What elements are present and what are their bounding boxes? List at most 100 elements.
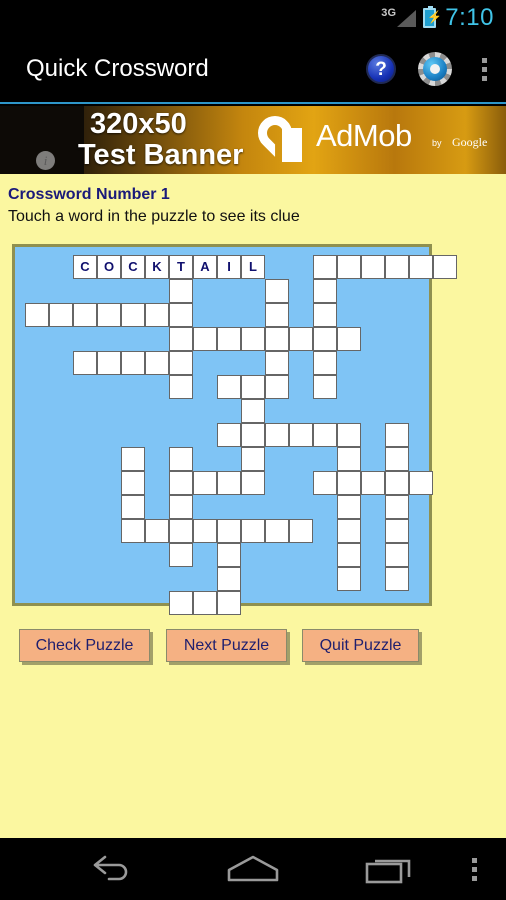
crossword-cell-r8-c15[interactable] bbox=[385, 447, 409, 471]
crossword-cell-r7-c12[interactable] bbox=[313, 423, 337, 447]
crossword-cell-r1-c12[interactable] bbox=[313, 279, 337, 303]
crossword-cell-r3-c8[interactable] bbox=[217, 327, 241, 351]
crossword-cell-r5-c6[interactable] bbox=[169, 375, 193, 399]
crossword-cell-r11-c11[interactable] bbox=[289, 519, 313, 543]
crossword-cell-r0-c14[interactable] bbox=[361, 255, 385, 279]
crossword-cell-r0-c4[interactable]: C bbox=[121, 255, 145, 279]
crossword-cell-r4-c10[interactable] bbox=[265, 351, 289, 375]
crossword-cell-r2-c12[interactable] bbox=[313, 303, 337, 327]
crossword-cell-r0-c3[interactable]: O bbox=[97, 255, 121, 279]
crossword-cell-r8-c13[interactable] bbox=[337, 447, 361, 471]
home-button[interactable] bbox=[203, 838, 303, 900]
crossword-cell-r11-c10[interactable] bbox=[265, 519, 289, 543]
crossword-cell-r3-c13[interactable] bbox=[337, 327, 361, 351]
crossword-cell-r5-c12[interactable] bbox=[313, 375, 337, 399]
crossword-cell-r9-c8[interactable] bbox=[217, 471, 241, 495]
crossword-cell-r13-c15[interactable] bbox=[385, 567, 409, 591]
crossword-cell-r13-c8[interactable] bbox=[217, 567, 241, 591]
crossword-cell-r12-c15[interactable] bbox=[385, 543, 409, 567]
crossword-cell-r7-c13[interactable] bbox=[337, 423, 361, 447]
crossword-cell-r9-c15[interactable] bbox=[385, 471, 409, 495]
check-puzzle-button[interactable]: Check Puzzle bbox=[19, 629, 150, 662]
crossword-cell-r2-c10[interactable] bbox=[265, 303, 289, 327]
crossword-cell-r0-c8[interactable]: I bbox=[217, 255, 241, 279]
ad-banner[interactable]: 320x50 Test Banner i AdMob by Google bbox=[0, 106, 506, 174]
crossword-cell-r9-c13[interactable] bbox=[337, 471, 361, 495]
crossword-cell-r3-c7[interactable] bbox=[193, 327, 217, 351]
crossword-cell-r8-c9[interactable] bbox=[241, 447, 265, 471]
crossword-cell-r7-c15[interactable] bbox=[385, 423, 409, 447]
crossword-cell-r8-c4[interactable] bbox=[121, 447, 145, 471]
crossword-cell-r3-c12[interactable] bbox=[313, 327, 337, 351]
crossword-cell-r11-c8[interactable] bbox=[217, 519, 241, 543]
crossword-cell-r12-c13[interactable] bbox=[337, 543, 361, 567]
crossword-cell-r2-c5[interactable] bbox=[145, 303, 169, 327]
crossword-cell-r10-c13[interactable] bbox=[337, 495, 361, 519]
crossword-cell-r1-c10[interactable] bbox=[265, 279, 289, 303]
crossword-cell-r4-c4[interactable] bbox=[121, 351, 145, 375]
crossword-cell-r11-c5[interactable] bbox=[145, 519, 169, 543]
crossword-cell-r1-c6[interactable] bbox=[169, 279, 193, 303]
crossword-cell-r9-c14[interactable] bbox=[361, 471, 385, 495]
crossword-cell-r9-c12[interactable] bbox=[313, 471, 337, 495]
crossword-cell-r0-c13[interactable] bbox=[337, 255, 361, 279]
crossword-cell-r7-c8[interactable] bbox=[217, 423, 241, 447]
crossword-cell-r7-c11[interactable] bbox=[289, 423, 313, 447]
crossword-cell-r2-c0[interactable] bbox=[25, 303, 49, 327]
crossword-cell-r5-c9[interactable] bbox=[241, 375, 265, 399]
crossword-cell-r7-c9[interactable] bbox=[241, 423, 265, 447]
nav-overflow-button[interactable] bbox=[452, 838, 496, 900]
crossword-cell-r0-c7[interactable]: A bbox=[193, 255, 217, 279]
crossword-cell-r11-c9[interactable] bbox=[241, 519, 265, 543]
crossword-cell-r14-c6[interactable] bbox=[169, 591, 193, 615]
crossword-cell-r0-c17[interactable] bbox=[433, 255, 457, 279]
crossword-cell-r0-c5[interactable]: K bbox=[145, 255, 169, 279]
crossword-grid[interactable]: COCKTAIL bbox=[12, 244, 457, 615]
help-button[interactable]: ? bbox=[354, 54, 408, 84]
crossword-cell-r3-c10[interactable] bbox=[265, 327, 289, 351]
crossword-cell-r12-c8[interactable] bbox=[217, 543, 241, 567]
crossword-cell-r2-c1[interactable] bbox=[49, 303, 73, 327]
crossword-cell-r8-c6[interactable] bbox=[169, 447, 193, 471]
crossword-cell-r6-c9[interactable] bbox=[241, 399, 265, 423]
crossword-cell-r3-c11[interactable] bbox=[289, 327, 313, 351]
crossword-cell-r0-c16[interactable] bbox=[409, 255, 433, 279]
crossword-cell-r4-c5[interactable] bbox=[145, 351, 169, 375]
crossword-cell-r9-c16[interactable] bbox=[409, 471, 433, 495]
crossword-cell-r4-c12[interactable] bbox=[313, 351, 337, 375]
next-puzzle-button[interactable]: Next Puzzle bbox=[166, 629, 287, 662]
crossword-cell-r0-c12[interactable] bbox=[313, 255, 337, 279]
crossword-cell-r12-c6[interactable] bbox=[169, 543, 193, 567]
crossword-cell-r2-c3[interactable] bbox=[97, 303, 121, 327]
crossword-cell-r14-c7[interactable] bbox=[193, 591, 217, 615]
crossword-cell-r3-c9[interactable] bbox=[241, 327, 265, 351]
crossword-cell-r10-c6[interactable] bbox=[169, 495, 193, 519]
ad-info-icon[interactable]: i bbox=[36, 151, 55, 170]
crossword-cell-r11-c15[interactable] bbox=[385, 519, 409, 543]
crossword-cell-r7-c10[interactable] bbox=[265, 423, 289, 447]
crossword-cell-r11-c13[interactable] bbox=[337, 519, 361, 543]
crossword-cell-r4-c3[interactable] bbox=[97, 351, 121, 375]
crossword-cell-r5-c8[interactable] bbox=[217, 375, 241, 399]
crossword-cell-r10-c15[interactable] bbox=[385, 495, 409, 519]
recents-button[interactable] bbox=[340, 838, 440, 900]
crossword-cell-r2-c6[interactable] bbox=[169, 303, 193, 327]
crossword-cell-r0-c15[interactable] bbox=[385, 255, 409, 279]
crossword-cell-r11-c7[interactable] bbox=[193, 519, 217, 543]
quit-puzzle-button[interactable]: Quit Puzzle bbox=[302, 629, 419, 662]
crossword-cell-r14-c8[interactable] bbox=[217, 591, 241, 615]
crossword-cell-r9-c6[interactable] bbox=[169, 471, 193, 495]
crossword-cell-r2-c4[interactable] bbox=[121, 303, 145, 327]
settings-button[interactable] bbox=[408, 52, 462, 86]
crossword-cell-r3-c6[interactable] bbox=[169, 327, 193, 351]
crossword-cell-r9-c7[interactable] bbox=[193, 471, 217, 495]
crossword-cell-r10-c4[interactable] bbox=[121, 495, 145, 519]
back-button[interactable] bbox=[62, 838, 162, 900]
crossword-cell-r9-c4[interactable] bbox=[121, 471, 145, 495]
crossword-cell-r9-c9[interactable] bbox=[241, 471, 265, 495]
crossword-cell-r11-c4[interactable] bbox=[121, 519, 145, 543]
crossword-cell-r0-c2[interactable]: C bbox=[73, 255, 97, 279]
crossword-cell-r11-c6[interactable] bbox=[169, 519, 193, 543]
crossword-cell-r4-c6[interactable] bbox=[169, 351, 193, 375]
crossword-cell-r0-c6[interactable]: T bbox=[169, 255, 193, 279]
